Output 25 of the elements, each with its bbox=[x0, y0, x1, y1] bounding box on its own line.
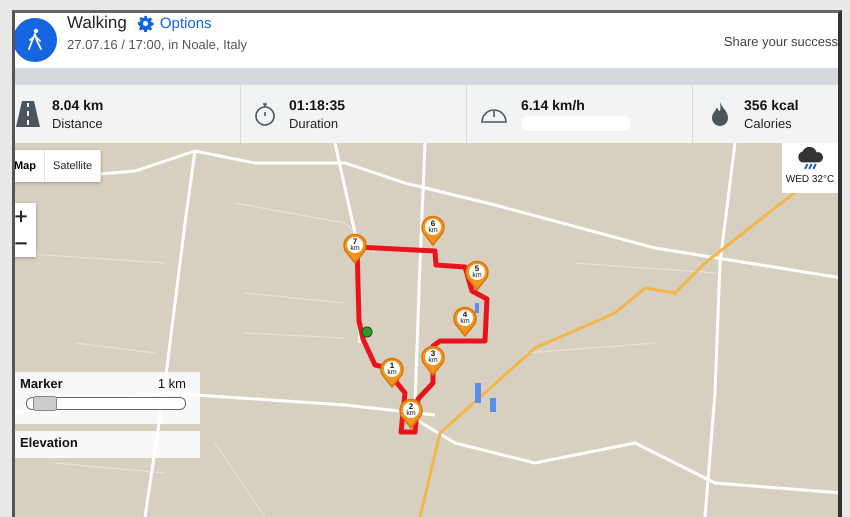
map-tile[interactable] bbox=[15, 143, 838, 517]
elevation-panel[interactable]: Elevation bbox=[15, 431, 200, 458]
zoom-in-button[interactable]: + bbox=[15, 203, 36, 230]
weather-widget[interactable]: WED 32°C bbox=[782, 143, 838, 193]
map-type-tab[interactable]: Map bbox=[15, 150, 45, 182]
slider-thumb[interactable] bbox=[33, 396, 58, 411]
marker-slider[interactable] bbox=[26, 397, 186, 410]
stopwatch-icon bbox=[253, 101, 277, 127]
stat-value: 6.14 km/h bbox=[521, 97, 586, 113]
stat-label: Calories bbox=[744, 116, 793, 131]
marker-reading: 1 km bbox=[158, 376, 186, 391]
stat-value: 01:18:35 bbox=[289, 97, 346, 113]
map-type-tab[interactable]: Satellite bbox=[45, 150, 102, 182]
activity-subtitle: 27.07.16 / 17:00, in Noale, Italy bbox=[67, 37, 247, 52]
elevation-label: Elevation bbox=[20, 435, 78, 450]
weather-forecast: WED 32°C bbox=[786, 174, 834, 185]
stat-label: Distance bbox=[52, 116, 104, 131]
stat-label: Duration bbox=[289, 116, 340, 131]
stat-value: 8.04 km bbox=[52, 97, 104, 113]
activity-title: Walking bbox=[67, 13, 127, 33]
stat-value: 356 kcal bbox=[744, 97, 798, 113]
marker-label: Marker bbox=[20, 376, 63, 391]
share-link[interactable]: Share your success bbox=[724, 34, 838, 49]
options-link[interactable]: Options bbox=[136, 14, 212, 32]
zoom-out-button[interactable]: − bbox=[15, 230, 36, 257]
